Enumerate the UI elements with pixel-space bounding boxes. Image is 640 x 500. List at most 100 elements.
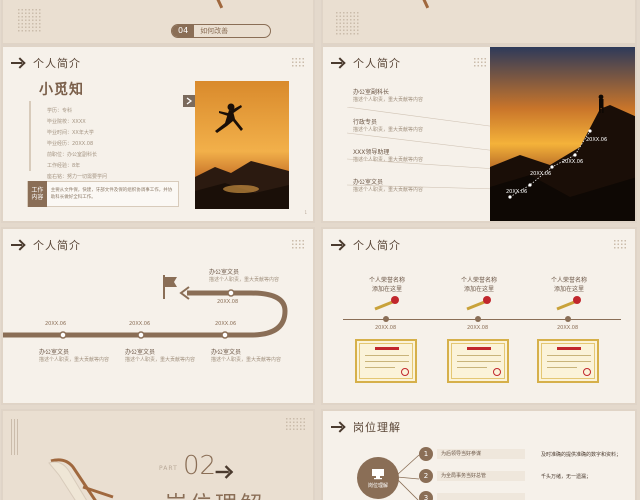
role-desc: 描述个人职责，重大贡献等内容	[353, 97, 424, 103]
section-title: 岗位理解	[165, 487, 265, 500]
slide-thumbnail-6[interactable]: 岗位理解 岗位理解 1 为后领导当好参谋 及时准确的提供准确的数字和资料； 2 …	[322, 410, 636, 500]
award-date: 20XX.08	[467, 325, 489, 331]
center-circle: 岗位理解	[357, 457, 399, 499]
flag-icon	[163, 275, 177, 299]
list-item: 1 为后领导当好参谋 及时准确的提供准确的数字和资料；	[419, 447, 621, 461]
dot-grid-decoration	[335, 11, 359, 35]
info-item: 毕业时间：XX年大学	[47, 130, 94, 136]
slide-sorter: 04 如何改善 个人简介 小觅知 学历：专科 毕业院校：XXXX 毕业时间：XX…	[0, 0, 640, 500]
trophy-icon	[374, 296, 399, 311]
role-item: 办公室文员 描述个人职责，重大贡献等内容	[211, 347, 281, 363]
vertical-rule	[14, 419, 15, 455]
dot-grid-decoration	[17, 8, 41, 32]
top-role: 办公室文员 描述个人职责，重大贡献等内容	[209, 267, 279, 283]
info-item: 毕业院校：XXXX	[47, 119, 86, 125]
work-content-text: 主要从文件保，快建，牙部文件及保的组织协调事工作，并协助科长做好全科工作。	[50, 188, 173, 200]
slide-thumbnail-1[interactable]: 个人简介 小觅知 学历：专科 毕业院校：XXXX 毕业时间：XX年大学 毕业经历…	[2, 46, 314, 222]
seal-icon	[583, 368, 591, 376]
certificate-title-bar	[557, 347, 581, 350]
certificate-image	[537, 339, 599, 383]
photo-date-label: 20XX.06	[562, 159, 584, 165]
timeline-date: 20XX.06	[45, 321, 67, 327]
timeline-date: 20XX.06	[129, 321, 151, 327]
role-item: 办公室副科长 描述个人职责，重大贡献等内容	[353, 87, 423, 103]
item-desc: 及时准确的提供准确的数字和资料；	[541, 451, 622, 458]
work-content-label: 工作内容	[28, 181, 47, 207]
photo-date-label: 20XX.06	[506, 189, 528, 195]
slide-header: 个人简介	[331, 55, 401, 71]
certificate-image	[447, 339, 509, 383]
arrow-right-icon	[331, 58, 345, 68]
role-title: 办公室文员	[211, 349, 242, 356]
slide-title: 岗位理解	[353, 421, 401, 434]
branch-lines	[397, 454, 420, 500]
award-name: 个人荣誉名称	[368, 277, 405, 284]
slide-thumbnail-partial-left[interactable]: 04 如何改善	[2, 0, 314, 44]
slide-thumbnail-4[interactable]: 个人简介 个人荣誉名称 添加在这里 个人荣誉名称 添加在这里 个人荣誉名称 添加…	[322, 228, 636, 404]
award-sub: 添加在这里	[553, 286, 584, 293]
person-name: 小觅知	[39, 82, 84, 98]
slide-thumbnail-5[interactable]: PART 02 岗位理解	[2, 410, 314, 500]
timeline-dot	[475, 316, 481, 322]
slide-thumbnail-3[interactable]: 个人简介 办公室文员 描述个人职责，重大贡献等内容 20XX.08 20XX.0…	[2, 228, 314, 404]
award-item: 个人荣誉名称 添加在这里	[357, 275, 417, 293]
dot-grid-decoration	[473, 57, 487, 67]
vertical-text-decoration	[11, 419, 31, 459]
top-role-date: 20XX.08	[217, 299, 239, 305]
award-name: 个人荣誉名称	[460, 277, 497, 284]
section-pill: 04 如何改善	[171, 24, 271, 38]
role-desc: 描述个人职责，重大贡献等内容	[209, 277, 280, 283]
arrow-right-icon	[331, 422, 345, 432]
dot-grid-decoration	[285, 417, 307, 431]
chair-leg-decoration	[214, 0, 230, 9]
award-sub: 添加在这里	[371, 286, 402, 293]
seal-icon	[401, 368, 409, 376]
item-number: 2	[419, 469, 433, 483]
mountain-sunset-photo: 20XX.06 20XX.06 20XX.06 20XX.06	[490, 47, 635, 221]
info-item: 毕业经历：20XX.08	[47, 141, 94, 147]
role-item: 办公室文员 描述个人职责，重大贡献等内容	[39, 347, 109, 363]
slide-thumbnail-partial-right[interactable]	[322, 0, 636, 44]
dot-grid-decoration	[291, 239, 305, 249]
role-title: 办公室文员	[39, 349, 70, 356]
computer-icon	[372, 468, 384, 479]
trophy-icon	[556, 296, 581, 311]
arrow-right-icon	[11, 58, 25, 68]
certificate-line	[457, 361, 501, 362]
list-item: 2 为全局事务当好总管 千头万绪，无一遗漏；	[419, 469, 591, 483]
item-label: 为全局事务当好总管	[437, 471, 525, 481]
certificate-line	[547, 367, 577, 368]
photo-date-label: 20XX.06	[530, 171, 552, 177]
connector-lines	[347, 107, 497, 190]
certificate-line	[457, 367, 487, 368]
center-label: 岗位理解	[367, 482, 388, 489]
award-date: 20XX.08	[375, 325, 397, 331]
certificate-line	[457, 355, 501, 356]
certificate-line	[547, 361, 591, 362]
trophy-icon	[466, 296, 491, 311]
section-number: 02	[183, 451, 217, 481]
item-number: 3	[419, 491, 433, 500]
info-item: 学历：专科	[47, 108, 73, 114]
arrow-right-icon	[331, 240, 345, 250]
role-desc: 描述个人职责，重大贡献等内容	[125, 357, 196, 363]
vertical-rule	[11, 419, 12, 455]
jumping-person-photo	[195, 81, 289, 209]
slide-header: 个人简介	[331, 237, 401, 253]
award-name: 个人荣誉名称	[550, 277, 587, 284]
slide-thumbnail-2[interactable]: 个人简介 办公室副科长 描述个人职责，重大贡献等内容 行政专员 描述个人职责，重大贡…	[322, 46, 636, 222]
item-desc: 千头万绪，无一遗漏；	[541, 473, 592, 480]
item-label	[437, 493, 525, 500]
certificate-line	[365, 355, 409, 356]
certificate-image	[355, 339, 417, 383]
role-item: 办公室文员 描述个人职责，重大贡献等内容	[125, 347, 195, 363]
timeline-dot	[383, 316, 389, 322]
role-title: 办公室副科长	[353, 89, 390, 96]
slide-title: 个人简介	[33, 57, 81, 70]
play-arrow-icon	[183, 95, 195, 107]
photo-date-label: 20XX.06	[586, 137, 608, 143]
arrow-right-icon	[11, 240, 25, 250]
lounge-chair-image	[48, 458, 114, 500]
dot-grid-decoration	[291, 57, 305, 67]
certificate-line	[365, 361, 409, 362]
